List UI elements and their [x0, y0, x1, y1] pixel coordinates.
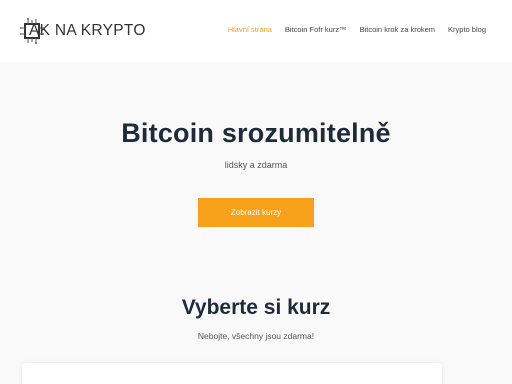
nav-item-krypto-blog[interactable]: Krypto blog — [448, 25, 486, 34]
course-card[interactable] — [22, 363, 442, 384]
show-courses-button[interactable]: Zobrazit kurzy — [198, 198, 314, 227]
nav-item-bitcoin-krok-za-krokem[interactable]: Bitcoin krok za krokem — [360, 25, 435, 34]
courses-section-title: Vyberte si kurz — [181, 296, 331, 319]
hero-subtitle: lidsky a zdarma — [224, 160, 288, 170]
logo-text: AK NA KRYPTO — [29, 22, 146, 39]
main-nav: Hlavní strana Bitcoin Fofr kurz™ Bitcoin… — [228, 25, 486, 34]
hero-title: Bitcoin srozumitelně — [121, 118, 391, 148]
courses-section-subtitle: Nebojte, všechny jsou zdarma! — [197, 331, 315, 341]
nav-item-hlavni-strana[interactable]: Hlavní strana — [228, 25, 272, 34]
nav-item-bitcoin-fofr-kurz[interactable]: Bitcoin Fofr kurz™ — [285, 25, 347, 34]
site-header: AK NA KRYPTO Hlavní strana Bitcoin Fofr … — [0, 0, 512, 62]
site-logo[interactable]: AK NA KRYPTO — [20, 18, 146, 44]
